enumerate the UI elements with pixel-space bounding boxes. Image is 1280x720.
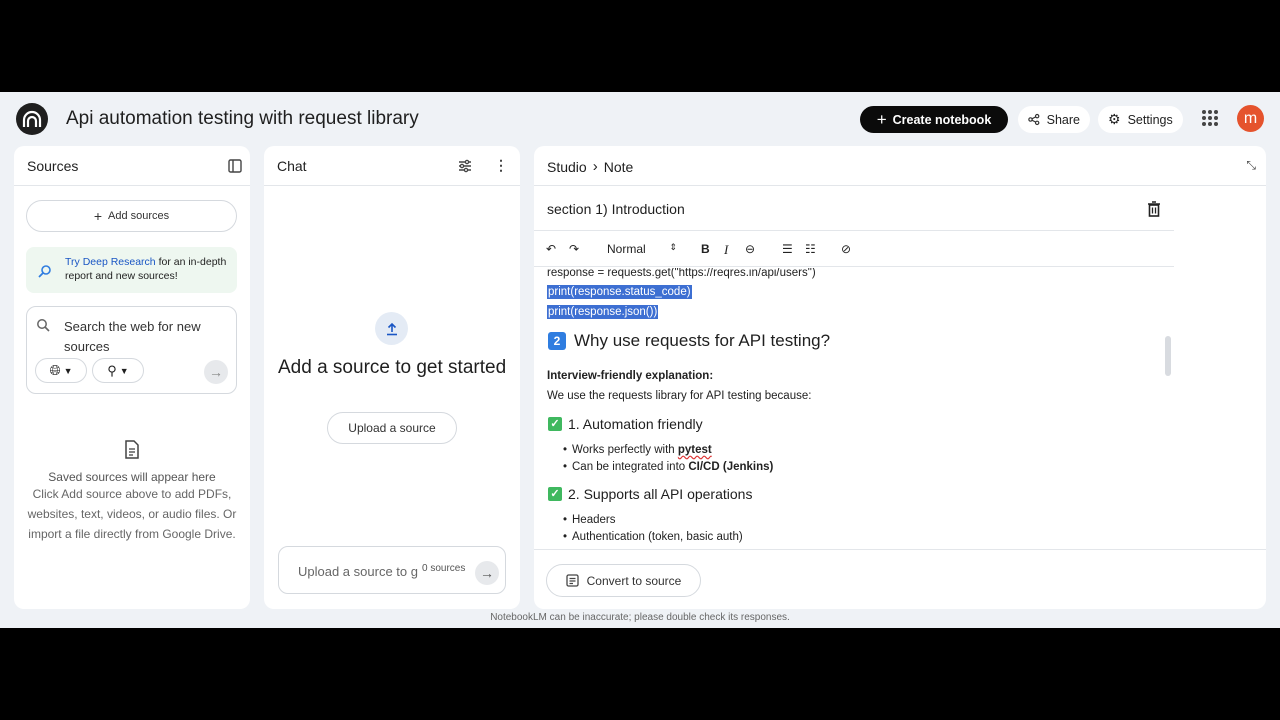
- empty-sources-title: Saved sources will appear here: [48, 470, 216, 484]
- deep-research-icon: [38, 265, 51, 278]
- apps-grid-icon[interactable]: [1202, 110, 1218, 126]
- chat-panel: Chat ⋮ Add a source to get started Uploa…: [264, 146, 520, 609]
- send-button[interactable]: →: [475, 561, 499, 585]
- deep-research-banner[interactable]: Try Deep Research for an in-depth report…: [26, 247, 237, 293]
- arrow-right-icon: →: [480, 565, 494, 581]
- breadcrumb: Studio › Note: [547, 158, 633, 175]
- source-count: 0 sources: [422, 563, 466, 574]
- undo-icon[interactable]: ↶: [546, 242, 556, 256]
- studio-footer: Convert to source: [534, 549, 1266, 609]
- notebooklm-logo-icon[interactable]: [16, 103, 48, 135]
- format-toolbar: ↶ ↷ Normal ⇕ B I ⊖ ☰ ☷ ⊘: [534, 232, 1174, 267]
- sparkle-search-icon: ⚲: [107, 362, 117, 378]
- keycap-number-icon: 2: [548, 332, 566, 350]
- subsection-heading: ✓ 2. Supports all API operations: [548, 486, 752, 502]
- chat-header: Chat ⋮: [264, 146, 520, 186]
- check-mark-icon: ✓: [548, 417, 562, 431]
- sources-title: Sources: [27, 158, 79, 174]
- top-bar: Api automation testing with request libr…: [0, 92, 1280, 146]
- clear-format-icon[interactable]: ⊘: [841, 242, 851, 256]
- list-item: Works perfectly with pytest: [563, 444, 712, 456]
- subsection-heading: ✓ 1. Automation friendly: [548, 416, 703, 432]
- notebook-app: Api automation testing with request libr…: [0, 92, 1280, 628]
- globe-icon: 🌐︎: [49, 362, 61, 378]
- interview-label: Interview-friendly explanation:: [547, 370, 714, 382]
- source-type-dropdown[interactable]: 🌐︎ ▼: [35, 358, 87, 383]
- chat-empty-heading: Add a source to get started: [278, 357, 507, 378]
- redo-icon[interactable]: ↷: [569, 242, 579, 256]
- notebook-title[interactable]: Api automation testing with request libr…: [66, 108, 419, 130]
- studio-header: Studio › Note ⤡: [534, 146, 1266, 186]
- selected-code-line: print(response.json()): [547, 305, 659, 319]
- plus-icon: +: [876, 110, 887, 129]
- check-mark-icon: ✓: [548, 487, 562, 501]
- chat-input-placeholder: Upload a source to g: [298, 564, 418, 579]
- sort-icon: ⇕: [669, 242, 677, 252]
- chat-input[interactable]: Upload a source to g 0 sources →: [278, 546, 506, 594]
- upload-source-button[interactable]: Upload a source: [327, 412, 457, 444]
- chevron-down-icon: ▼: [119, 365, 129, 376]
- chat-title: Chat: [277, 158, 307, 174]
- note-title-row: section 1) Introduction: [534, 186, 1174, 231]
- italic-icon[interactable]: I: [724, 242, 728, 258]
- editor-scrollbar[interactable]: [1165, 336, 1171, 376]
- disclaimer-text: NotebookLM can be inaccurate; please dou…: [490, 612, 790, 623]
- sources-empty-state: Saved sources will appear here Click Add…: [14, 440, 250, 544]
- list-item: Headers: [563, 514, 616, 526]
- list-item: Can be integrated into CI/CD (Jenkins): [563, 461, 773, 473]
- studio-panel: Studio › Note ⤡ section 1) Introduction …: [534, 146, 1266, 609]
- upload-icon[interactable]: [375, 312, 408, 345]
- research-mode-dropdown[interactable]: ⚲ ▼: [92, 358, 144, 383]
- link-icon[interactable]: ⊖: [745, 242, 755, 256]
- crumb-studio[interactable]: Studio: [547, 159, 587, 175]
- sources-header: Sources: [14, 146, 250, 186]
- search-icon: [37, 319, 50, 332]
- note-editor[interactable]: response = requests.get("https://reqres.…: [534, 268, 1164, 551]
- numbered-list-icon[interactable]: ☰: [782, 242, 793, 256]
- code-line: response = requests.get("https://reqres.…: [547, 268, 816, 279]
- settings-button[interactable]: ⚙ Settings: [1098, 106, 1183, 133]
- note-title[interactable]: section 1) Introduction: [547, 201, 685, 217]
- trash-icon[interactable]: [1147, 201, 1161, 217]
- paragraph-style-select[interactable]: Normal ⇕: [607, 242, 677, 256]
- section-heading: 2 Why use requests for API testing?: [548, 331, 830, 351]
- share-button[interactable]: Share: [1018, 106, 1090, 133]
- selected-code-line: print(response.status_code): [547, 285, 692, 299]
- search-submit-button[interactable]: →: [204, 360, 228, 384]
- web-search-box: Search the web for new sources 🌐︎ ▼ ⚲ ▼ →: [26, 306, 237, 394]
- web-search-input[interactable]: Search the web for new sources: [64, 317, 229, 357]
- bulleted-list-icon[interactable]: ☷: [805, 242, 816, 256]
- deep-research-link[interactable]: Try Deep Research: [65, 256, 156, 268]
- chevron-down-icon: ▼: [63, 365, 73, 376]
- list-item: Authentication (token, basic auth): [563, 531, 743, 543]
- bold-icon[interactable]: B: [701, 242, 710, 256]
- document-icon: [125, 440, 139, 459]
- empty-sources-description: Click Add source above to add PDFs, webs…: [27, 487, 237, 541]
- chevron-right-icon: ›: [592, 158, 598, 175]
- sources-panel: Sources + Add sources Try Deep Research …: [14, 146, 250, 609]
- collapse-icon[interactable]: ⤡: [1246, 158, 1256, 173]
- convert-to-source-button[interactable]: Convert to source: [546, 564, 701, 597]
- add-sources-button[interactable]: + Add sources: [26, 200, 237, 232]
- intro-text: We use the requests library for API test…: [547, 390, 812, 402]
- create-notebook-button[interactable]: + Create notebook: [860, 106, 1008, 133]
- avatar[interactable]: m: [1237, 105, 1264, 132]
- crumb-note: Note: [603, 158, 634, 175]
- collapse-panel-icon[interactable]: [228, 159, 242, 173]
- gear-icon: ⚙: [1108, 111, 1121, 127]
- note-convert-icon: [565, 574, 579, 587]
- plus-icon: +: [93, 208, 103, 224]
- arrow-right-icon: →: [209, 364, 223, 380]
- more-vert-icon[interactable]: ⋮: [494, 157, 508, 174]
- tune-icon[interactable]: [458, 159, 472, 173]
- share-icon: [1028, 113, 1040, 126]
